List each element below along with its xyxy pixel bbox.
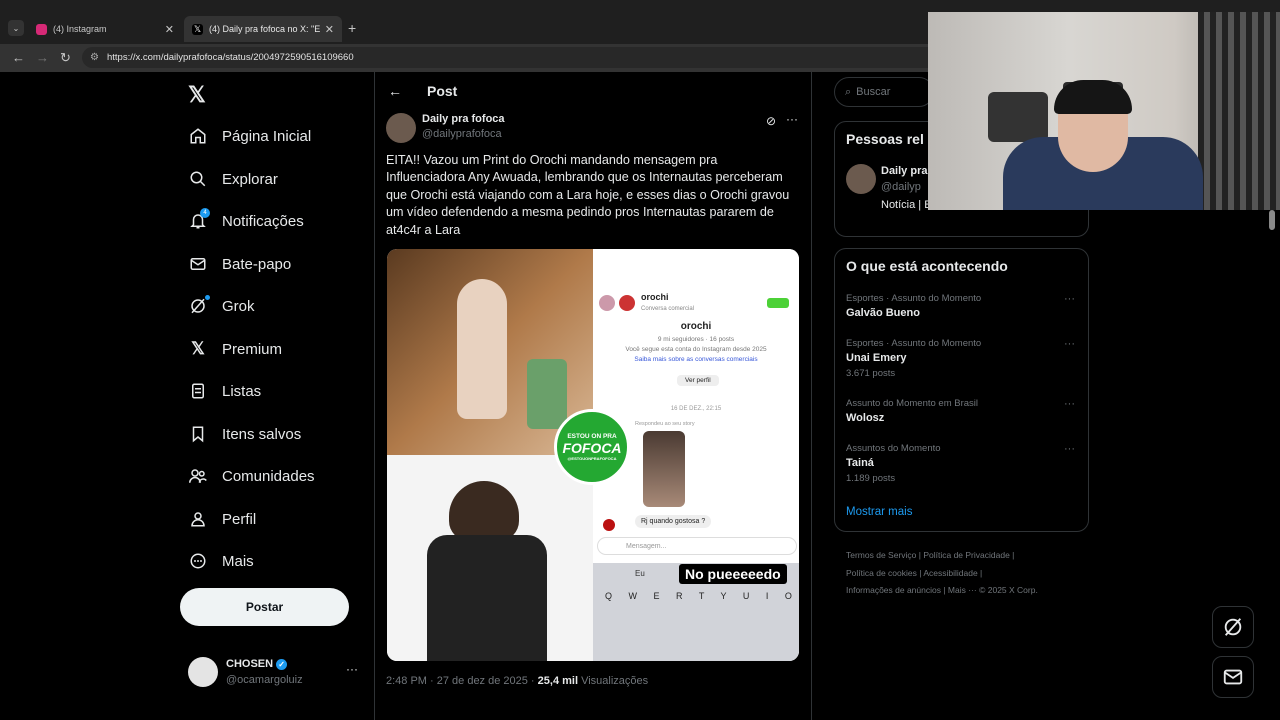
- scrollbar[interactable]: [1269, 210, 1275, 230]
- sidebar-item-more[interactable]: Mais: [188, 546, 254, 576]
- footer-link[interactable]: Política de Privacidade: [923, 550, 1009, 560]
- trend-more-icon[interactable]: ···: [1064, 293, 1075, 305]
- footer-link[interactable]: Política de cookies: [846, 568, 917, 578]
- trend-item[interactable]: Esportes · Assunto do Momento Galvão Bue…: [846, 293, 981, 319]
- account-avatar[interactable]: [188, 657, 218, 687]
- search-input[interactable]: ⌕ Buscar: [834, 77, 934, 107]
- estou-on-pra-fofoca-logo: ESTOU ON PRA FOFOCA @ESTOUONPRAFOFOCA: [554, 409, 630, 485]
- tab-instagram[interactable]: (4) Instagram ✕: [28, 16, 182, 42]
- footer-links: Termos de Serviço | Política de Privacid…: [846, 550, 1038, 595]
- sidebar-item-bookmarks[interactable]: Itens salvos: [188, 419, 301, 449]
- dm-avatar: [599, 295, 615, 311]
- account-menu-icon[interactable]: ···: [346, 662, 358, 676]
- webcam-overlay: [928, 12, 1280, 210]
- person-bio: Notícia | E: [881, 199, 932, 211]
- video-caption-overlay: No pueeeeedo: [679, 564, 787, 584]
- instagram-icon: [36, 23, 47, 35]
- copyright: © 2025 X Corp.: [979, 585, 1038, 595]
- bookmark-icon: [188, 424, 208, 444]
- grok-icon[interactable]: ⊘: [766, 114, 776, 128]
- photo-man: [387, 455, 593, 661]
- people-icon: [188, 466, 208, 486]
- reload-icon[interactable]: ↻: [60, 50, 71, 66]
- more-circle-icon: [188, 551, 208, 571]
- sidebar-item-home[interactable]: Página Inicial: [188, 121, 311, 151]
- x-favicon-icon: 𝕏: [192, 23, 203, 35]
- back-icon[interactable]: ←: [12, 50, 25, 65]
- close-tab-icon[interactable]: ✕: [325, 23, 334, 36]
- grok-new-dot: [205, 295, 210, 300]
- sidebar-item-grok[interactable]: Grok: [188, 291, 255, 321]
- trends-card: [834, 248, 1089, 532]
- mail-icon: [188, 254, 208, 274]
- notification-badge: 4: [200, 208, 210, 218]
- person-handle: @dailyp: [881, 181, 921, 193]
- footer-link[interactable]: Acessibilidade: [923, 568, 977, 578]
- post-meta: 2:48 PM · 27 de dez de 2025 · 25,4 mil V…: [386, 675, 649, 687]
- post-button[interactable]: Postar: [180, 588, 349, 626]
- trend-more-icon[interactable]: ···: [1064, 443, 1075, 455]
- x-logo-icon: 𝕏: [191, 339, 205, 358]
- verified-icon: ✓: [276, 659, 288, 670]
- tab-search-button[interactable]: ⌄: [8, 20, 24, 36]
- page-title: Post: [427, 83, 458, 99]
- search-icon: ⌕: [845, 85, 852, 98]
- tab-x-post[interactable]: 𝕏 (4) Daily pra fofoca no X: "EITA! ✕: [184, 16, 342, 42]
- trend-item[interactable]: Assunto do Momento em Brasil Wolosz: [846, 398, 978, 424]
- sidebar-item-profile[interactable]: Perfil: [188, 504, 256, 534]
- address-bar[interactable]: ⚙ https://x.com/dailyprafofoca/status/20…: [82, 47, 942, 68]
- sidebar-item-communities[interactable]: Comunidades: [188, 461, 315, 491]
- trend-item[interactable]: Assuntos do Momento Tainá 1.189 posts: [846, 443, 941, 484]
- sidebar-item-chat[interactable]: Bate-papo: [188, 249, 291, 279]
- footer-link[interactable]: Termos de Serviço: [846, 550, 916, 560]
- list-icon: [188, 381, 208, 401]
- trends-title: O que está acontecendo: [846, 258, 1008, 274]
- footer-link[interactable]: Informações de anúncios: [846, 585, 941, 595]
- author-name[interactable]: Daily pra fofoca: [422, 113, 505, 125]
- trend-more-icon[interactable]: ···: [1064, 398, 1075, 410]
- close-tab-icon[interactable]: ✕: [165, 23, 174, 36]
- search-icon: [188, 169, 208, 189]
- author-handle[interactable]: @dailyprafofoca: [422, 128, 502, 140]
- account-handle: @ocamargoluiz: [226, 674, 303, 686]
- author-avatar[interactable]: [386, 113, 416, 143]
- account-name[interactable]: CHOSEN ✓: [226, 658, 288, 670]
- x-logo-icon[interactable]: 𝕏: [188, 82, 206, 108]
- grok-float-button[interactable]: [1212, 606, 1254, 648]
- person-icon: [188, 509, 208, 529]
- site-info-icon[interactable]: ⚙: [90, 52, 99, 63]
- footer-link[interactable]: Mais ···: [948, 585, 977, 595]
- sidebar-item-lists[interactable]: Listas: [188, 376, 261, 406]
- show-more-link[interactable]: Mostrar mais: [846, 506, 912, 518]
- forward-icon[interactable]: →: [36, 50, 49, 65]
- new-tab-button[interactable]: +: [348, 20, 356, 36]
- home-icon: [188, 126, 208, 146]
- trend-more-icon[interactable]: ···: [1064, 338, 1075, 350]
- sidebar-item-premium[interactable]: 𝕏 Premium: [188, 334, 282, 364]
- back-arrow-icon[interactable]: ←: [388, 83, 402, 99]
- post-more-icon[interactable]: ···: [786, 112, 798, 126]
- post-media[interactable]: orochi Conversa comercial orochi 9 mi seg…: [387, 249, 799, 661]
- post-text: EITA!! Vazou um Print do Orochi mandando…: [386, 153, 790, 237]
- dm-avatar: [619, 295, 635, 311]
- trend-item[interactable]: Esportes · Assunto do Momento Unai Emery…: [846, 338, 981, 379]
- messages-float-button[interactable]: [1212, 656, 1254, 698]
- relevant-people-title: Pessoas rel: [846, 131, 924, 147]
- sidebar-item-explore[interactable]: Explorar: [188, 164, 278, 194]
- person-name[interactable]: Daily pra: [881, 165, 927, 177]
- person-avatar[interactable]: [846, 164, 876, 194]
